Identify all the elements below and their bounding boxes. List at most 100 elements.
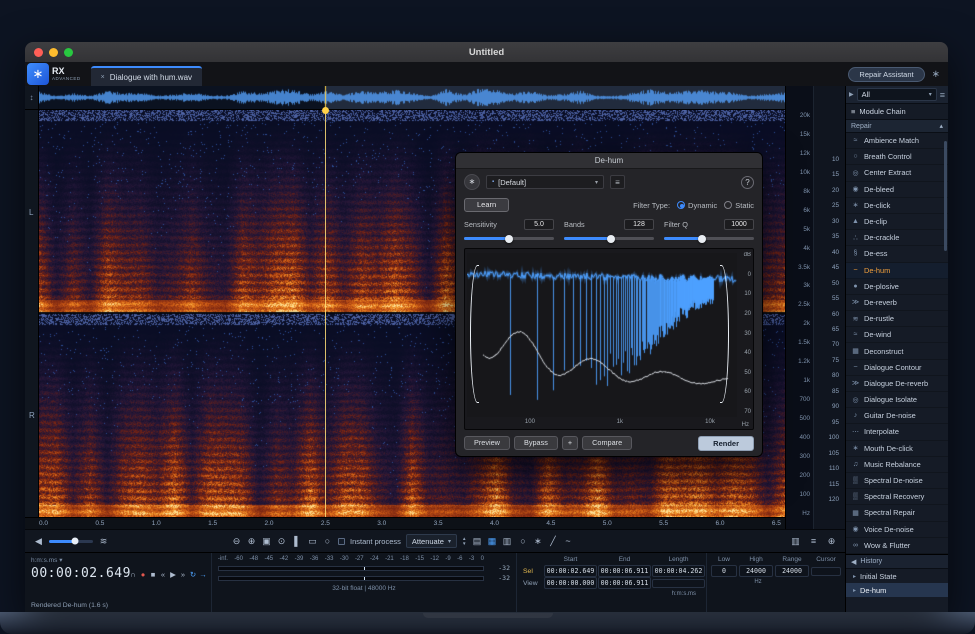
module-list-item[interactable]: ∗ De-click (846, 198, 948, 214)
left-threshold-handle[interactable] (470, 265, 479, 403)
module-list-item[interactable]: ~ De-hum (846, 263, 948, 279)
time-frequency-selection-tool-icon[interactable]: ▭ (307, 536, 318, 547)
preset-select[interactable]: ▪ [Default] ▾ (486, 175, 604, 189)
module-list-item[interactable]: ○ Breath Control (846, 149, 948, 165)
brush-tool-icon[interactable]: ╱ (547, 536, 558, 547)
module-list-item[interactable]: ▦ Deconstruct (846, 343, 948, 359)
frequency-scale[interactable]: 20k15k12k10k8k6k5k4k3.5k3k2.5k2k1.5k1.2k… (785, 86, 813, 529)
module-list-item[interactable]: ∴ De-crackle (846, 230, 948, 246)
preview-button[interactable]: Preview (464, 436, 510, 450)
playhead-line[interactable] (325, 110, 326, 517)
module-filter-select[interactable]: All ▾ (857, 88, 937, 101)
skip-back-button[interactable]: « (159, 570, 167, 579)
zoom-selection-icon[interactable]: ▣ (261, 536, 272, 547)
instant-process-module-select[interactable]: Attenuate ▾ (406, 534, 457, 548)
module-chain-item[interactable]: ≡ Module Chain (846, 104, 948, 120)
module-list-item[interactable]: ▲ De-clip (846, 214, 948, 230)
freq-high-value[interactable]: 24000 (739, 565, 773, 577)
repair-assistant-button[interactable]: Repair Assistant (848, 67, 924, 82)
history-item[interactable]: ▸ De-hum (846, 583, 948, 597)
compare-button[interactable]: Compare (582, 436, 632, 450)
preset-menu-button[interactable]: ≡ (610, 175, 625, 189)
selection-length-value[interactable]: 00:00:04.262 (652, 565, 705, 577)
parameter-value-box[interactable]: 5.0 (524, 219, 554, 230)
selection-start-value[interactable]: 00:00:00.000 (544, 577, 597, 589)
draw-curve-tool-icon[interactable]: ~ (562, 536, 573, 547)
add-button[interactable]: + (562, 436, 578, 450)
module-list-item[interactable]: ⋯ Interpolate (846, 424, 948, 440)
module-list-item[interactable]: ▒ Spectral De-noise (846, 473, 948, 489)
zoom-out-icon[interactable]: ⊖ (231, 536, 242, 547)
collapse-panel-icon[interactable]: ▶ (849, 91, 854, 98)
help-button[interactable]: ? (741, 176, 754, 189)
close-tab-icon[interactable]: × (101, 74, 105, 81)
parameter-slider[interactable] (664, 237, 754, 240)
selection-start-value[interactable]: 00:00:02.649 (544, 565, 597, 577)
radio-off-icon[interactable] (724, 201, 732, 209)
selection-end-value[interactable]: 00:00:06.911 (598, 565, 651, 577)
module-list-item[interactable]: ◎ Dialogue Isolate (846, 392, 948, 408)
module-list-item[interactable]: ● De-plosive (846, 279, 948, 295)
module-list-item[interactable]: ♪ Guitar De-noise (846, 408, 948, 424)
freq-low-value[interactable]: 0 (711, 565, 737, 577)
filter-response-canvas[interactable] (467, 253, 737, 417)
slider-knob[interactable] (607, 235, 615, 243)
repair-section-header[interactable]: Repair ▴ (846, 120, 948, 133)
module-list-item[interactable]: ≫ De-reverb (846, 295, 948, 311)
scrub-wheel-icon[interactable]: ≋ (98, 536, 109, 547)
module-list-item[interactable]: ∗ Mouth De-click (846, 441, 948, 457)
module-select-steppers[interactable]: ▲▼ (462, 536, 466, 546)
module-list-item[interactable]: ◉ Voice De-noise (846, 522, 948, 538)
module-list-item[interactable]: ≋ De-rustle (846, 311, 948, 327)
selection-length-value[interactable] (652, 579, 705, 588)
playhead-time-display[interactable]: 00:00:02.649 (31, 566, 131, 581)
volume-knob[interactable] (71, 538, 78, 545)
learn-button[interactable]: Learn (464, 198, 509, 212)
play-button[interactable]: ▶ (169, 570, 177, 579)
time-format-select[interactable]: h:m:s.ms ▾ (31, 556, 62, 564)
lasso-selection-tool-icon[interactable]: ○ (322, 536, 333, 547)
bypass-button[interactable]: Bypass (514, 436, 558, 450)
spectrogram-view-icon[interactable]: ▦ (486, 536, 497, 547)
layout-toggle-icon[interactable]: ▥ (790, 536, 801, 547)
parameter-value-box[interactable]: 128 (624, 219, 654, 230)
module-list-item[interactable]: § De-ess (846, 246, 948, 262)
lasso-tool-icon[interactable]: ○ (517, 536, 528, 547)
follow-playhead-button[interactable]: → (199, 570, 207, 579)
skip-forward-button[interactable]: » (179, 570, 187, 579)
module-list-item[interactable]: ♫ Music Rebalance (846, 457, 948, 473)
history-item[interactable]: ▸ Initial State (846, 569, 948, 583)
magnifier-tool-icon[interactable]: ⊕ (826, 536, 837, 547)
monitor-button[interactable]: ∩ (129, 570, 137, 579)
selection-end-value[interactable]: 00:00:06.911 (598, 577, 651, 589)
dehum-dialog-titlebar[interactable]: De-hum (456, 153, 762, 169)
overview-waveform-canvas[interactable] (39, 86, 785, 109)
parameter-value-box[interactable]: 1000 (724, 219, 754, 230)
module-list-item[interactable]: ∞ Wow & Flutter (846, 538, 948, 554)
module-list-item[interactable]: ≈ Ambience Match (846, 133, 948, 149)
module-list-item[interactable]: ≫ Dialogue De-reverb (846, 376, 948, 392)
parameter-slider[interactable] (464, 237, 554, 240)
time-selection-tool-icon[interactable]: ▌ (292, 536, 303, 547)
slider-knob[interactable] (698, 235, 706, 243)
composite-view-icon[interactable]: ▥ (501, 536, 512, 547)
filter-type-static-radio[interactable]: Static (724, 201, 754, 210)
freq-range-value[interactable]: 24000 (775, 565, 809, 577)
loop-button[interactable]: ↻ (189, 570, 197, 579)
module-list-scrollbar[interactable] (944, 141, 947, 251)
module-list-item[interactable]: ▒ Spectral Recovery (846, 489, 948, 505)
overview-strip[interactable] (39, 86, 785, 109)
file-tab[interactable]: × Dialogue with hum.wav (91, 66, 202, 86)
zoom-in-icon[interactable]: ⊕ (246, 536, 257, 547)
instant-process-checkbox[interactable] (338, 538, 345, 545)
record-button[interactable]: ● (139, 570, 147, 579)
radio-on-icon[interactable] (677, 201, 685, 209)
vertical-zoom-icon[interactable]: ↕ (25, 86, 39, 109)
panels-toggle-icon[interactable]: ≡ (808, 536, 819, 546)
module-list-item[interactable]: ~ Dialogue Contour (846, 360, 948, 376)
playhead-handle[interactable] (322, 107, 329, 114)
parameter-slider[interactable] (564, 237, 654, 240)
history-collapse-icon[interactable]: ◀ (851, 558, 856, 566)
module-list-item[interactable]: ◉ De-bleed (846, 182, 948, 198)
repair-wand-icon[interactable]: ∗ (932, 69, 940, 80)
